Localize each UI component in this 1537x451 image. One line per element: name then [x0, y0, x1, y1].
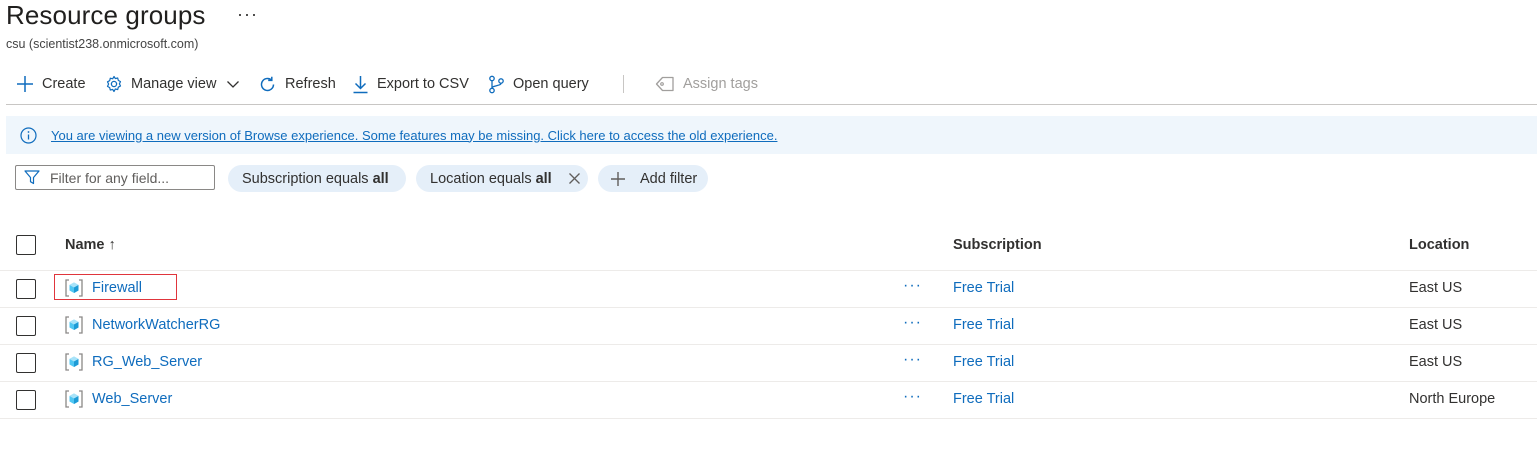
add-filter-label: Add filter — [640, 170, 698, 187]
row-checkbox[interactable] — [16, 316, 36, 336]
chevron-down-icon — [227, 81, 240, 88]
select-all-checkbox[interactable] — [16, 235, 36, 255]
subscription-filter-value: all — [372, 170, 389, 187]
resource-group-icon — [65, 353, 83, 371]
open-query-button[interactable]: Open query — [488, 68, 589, 100]
query-icon — [489, 75, 504, 93]
plus-icon — [17, 76, 33, 92]
table-row: Firewall ··· Free Trial East US — [0, 271, 1537, 308]
assign-tags-button[interactable]: Assign tags — [655, 68, 758, 100]
row-name-link[interactable]: NetworkWatcherRG — [92, 317, 220, 333]
refresh-label: Refresh — [285, 76, 336, 92]
row-subscription-link[interactable]: Free Trial — [953, 391, 1014, 407]
row-name-link[interactable]: Firewall — [92, 280, 142, 296]
toolbar-divider — [6, 104, 1537, 105]
column-header-subscription[interactable]: Subscription — [953, 237, 1042, 253]
filter-input[interactable] — [50, 169, 200, 186]
row-location: East US — [1409, 354, 1463, 370]
table-row: Web_Server ··· Free Trial North Europe — [0, 382, 1537, 419]
resource-group-icon — [65, 316, 83, 334]
column-header-location[interactable]: Location — [1409, 237, 1469, 253]
table-row: RG_Web_Server ··· Free Trial East US — [0, 345, 1537, 382]
gear-icon — [106, 75, 122, 93]
assign-tags-label: Assign tags — [683, 76, 758, 92]
row-checkbox[interactable] — [16, 353, 36, 373]
add-filter-button[interactable]: Add filter — [598, 165, 708, 192]
row-subscription-link[interactable]: Free Trial — [953, 280, 1014, 296]
subscription-filter-label: Subscription equals — [242, 170, 369, 187]
row-more-button[interactable]: ··· — [903, 388, 922, 406]
column-header-name[interactable]: Name ↑ — [65, 237, 116, 253]
row-subscription-link[interactable]: Free Trial — [953, 317, 1014, 333]
refresh-button[interactable]: Refresh — [258, 68, 336, 100]
row-location: East US — [1409, 317, 1463, 333]
toolbar-separator — [623, 75, 624, 93]
page-title: Resource groups — [6, 0, 206, 30]
row-more-button[interactable]: ··· — [903, 277, 922, 295]
manage-view-button[interactable]: Manage view — [105, 68, 240, 100]
export-csv-label: Export to CSV — [377, 76, 469, 92]
row-location: North Europe — [1409, 391, 1496, 407]
manage-view-label: Manage view — [131, 76, 217, 92]
page-subtitle: csu (scientist238.onmicrosoft.com) — [6, 37, 199, 51]
resource-group-icon — [65, 279, 83, 297]
row-name-link[interactable]: RG_Web_Server — [92, 354, 202, 370]
table-row: NetworkWatcherRG ··· Free Trial East US — [0, 308, 1537, 345]
location-filter-pill[interactable]: Location equals all — [416, 165, 588, 192]
plus-icon — [611, 171, 625, 186]
row-checkbox[interactable] — [16, 279, 36, 299]
refresh-icon — [260, 76, 275, 91]
info-banner: You are viewing a new version of Browse … — [6, 116, 1537, 154]
command-bar: Create Manage view Refresh Export to CSV… — [0, 68, 1537, 102]
funnel-icon — [24, 170, 40, 185]
row-location: East US — [1409, 280, 1463, 296]
more-options-button[interactable]: ··· — [237, 4, 258, 25]
row-checkbox[interactable] — [16, 390, 36, 410]
row-more-button[interactable]: ··· — [903, 351, 922, 369]
export-csv-button[interactable]: Export to CSV — [352, 68, 469, 100]
location-filter-value: all — [535, 170, 552, 187]
row-name-link[interactable]: Web_Server — [92, 391, 172, 407]
close-icon[interactable] — [568, 172, 581, 185]
resource-group-icon — [65, 390, 83, 408]
location-filter-label: Location equals — [430, 170, 532, 187]
grid-header: Name ↑ Subscription Location — [0, 226, 1537, 271]
download-icon — [353, 75, 368, 93]
subscription-filter-pill[interactable]: Subscription equals all — [228, 165, 406, 192]
old-experience-link[interactable]: You are viewing a new version of Browse … — [51, 128, 777, 143]
tag-icon — [655, 76, 674, 92]
open-query-label: Open query — [513, 76, 589, 92]
create-label: Create — [42, 76, 86, 92]
info-icon — [20, 126, 37, 144]
row-subscription-link[interactable]: Free Trial — [953, 354, 1014, 370]
create-button[interactable]: Create — [16, 68, 86, 100]
filter-field[interactable] — [15, 165, 215, 190]
row-more-button[interactable]: ··· — [903, 314, 922, 332]
